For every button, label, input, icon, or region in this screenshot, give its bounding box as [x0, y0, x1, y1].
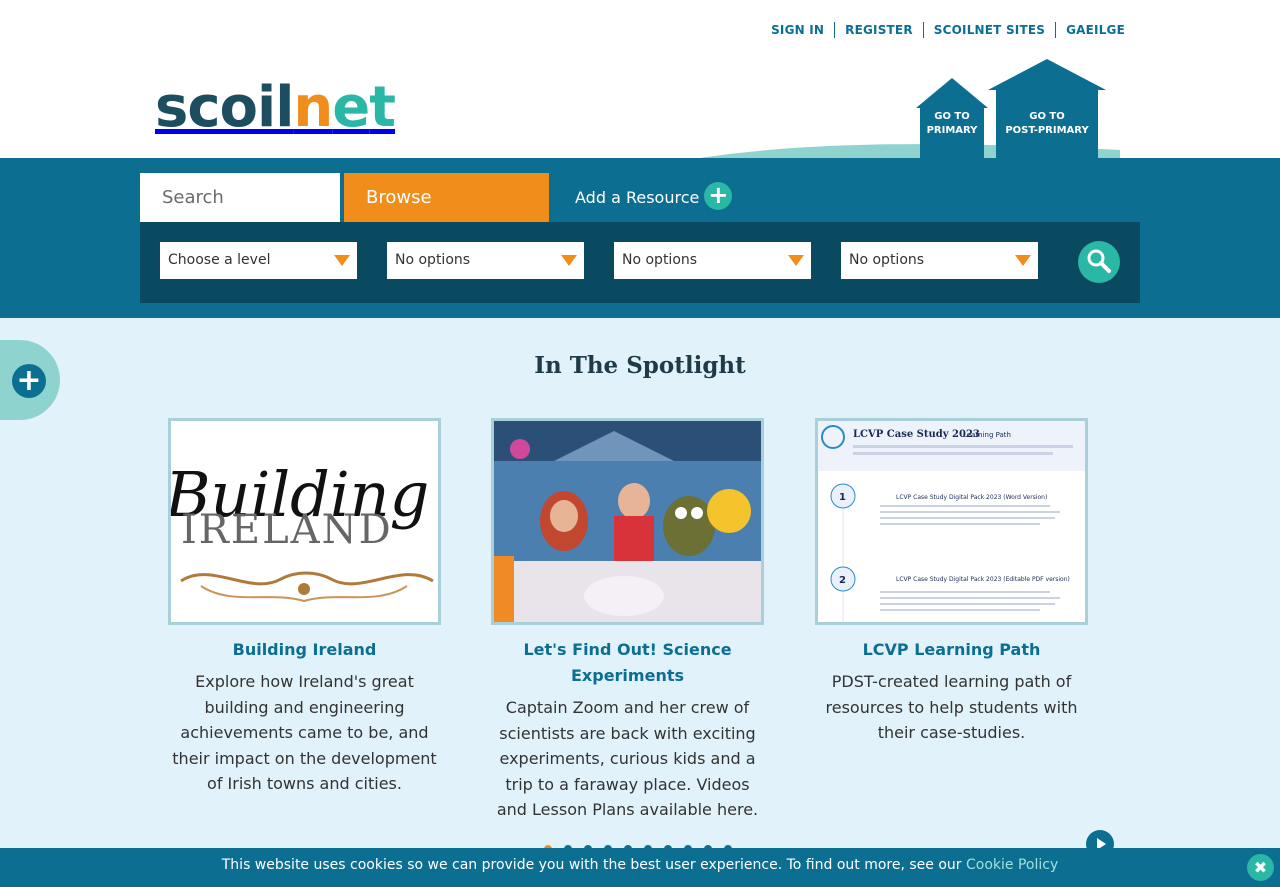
tab-search-resources[interactable]: Search Resources — [140, 173, 340, 257]
subtopic-select[interactable]: No options — [841, 242, 1038, 279]
svg-text:1: 1 — [839, 492, 846, 503]
topic-select[interactable]: No options — [614, 242, 811, 279]
svg-text:Learning Path: Learning Path — [963, 431, 1011, 439]
spotlight-title: In The Spotlight — [534, 352, 746, 379]
dropdown-arrow-icon — [334, 255, 350, 266]
sign-in-link[interactable]: SIGN IN — [761, 22, 834, 38]
card-description: Explore how Ireland's great building and… — [172, 672, 437, 794]
dropdown-arrow-icon — [1015, 255, 1031, 266]
go-to-post-primary-button[interactable]: GO TO POST-PRIMARY — [988, 59, 1106, 158]
svg-text:LCVP Case Study Digital Pack 2: LCVP Case Study Digital Pack 2023 (Edita… — [896, 576, 1070, 583]
spotlight-card: Let's Find Out! Science Experiments Capt… — [491, 418, 764, 823]
cookie-policy-link[interactable]: Cookie Policy — [966, 857, 1058, 873]
spotlight-section: + In The Spotlight Building IRELAND Buil… — [0, 318, 1280, 887]
svg-text:IRELAND: IRELAND — [181, 507, 393, 553]
search-icon — [1087, 249, 1111, 273]
gaeilge-link[interactable]: GAEILGE — [1055, 22, 1125, 38]
tab-browse-resources[interactable]: Browse Resources — [344, 173, 549, 257]
add-resource-label: Add a Resource — [575, 188, 700, 207]
top-nav: SIGN IN REGISTER SCOILNET SITES GAEILGE — [761, 22, 1125, 38]
svg-text:LCVP Case Study 2023: LCVP Case Study 2023 — [853, 429, 980, 440]
register-link[interactable]: REGISTER — [834, 22, 923, 38]
scoilnet-sites-link[interactable]: SCOILNET SITES — [922, 22, 1055, 38]
tab-add-resource[interactable]: Add a Resource + — [549, 173, 754, 222]
spotlight-card: Building IRELAND Building Ireland Explor… — [168, 418, 441, 797]
card-description: PDST-created learning path of resources … — [825, 672, 1078, 743]
building-ireland-thumbnail[interactable]: Building IRELAND — [168, 418, 441, 625]
card-description: Captain Zoom and her crew of scientists … — [496, 698, 759, 820]
resource-tabs: Search Resources Browse Resources Add a … — [140, 173, 754, 257]
card-title-link[interactable]: Let's Find Out! Science Experiments — [491, 637, 764, 689]
dropdown-arrow-icon — [561, 255, 577, 266]
close-icon[interactable]: ✖ — [1247, 854, 1274, 881]
lcvp-learning-path-thumbnail[interactable]: LCVP Case Study 2023 Learning Path 1 LCV… — [815, 418, 1088, 625]
card-title-link[interactable]: Building Ireland — [168, 637, 441, 663]
science-experiments-thumbnail[interactable] — [491, 418, 764, 625]
svg-text:LCVP Case Study Digital Pack 2: LCVP Case Study Digital Pack 2023 (Word … — [896, 494, 1047, 501]
plus-icon: + — [704, 182, 733, 210]
site-header: SIGN IN REGISTER SCOILNET SITES GAEILGE … — [0, 0, 1280, 160]
search-button[interactable] — [1078, 241, 1120, 283]
scoilnet-logo[interactable]: scoilnet — [155, 80, 396, 136]
cookie-text: This website uses cookies so we can prov… — [221, 857, 966, 873]
browse-filter-panel: Choose a level No options No options No … — [140, 222, 1140, 303]
cookie-banner: This website uses cookies so we can prov… — [0, 848, 1280, 887]
svg-text:2: 2 — [839, 575, 846, 586]
go-to-primary-button[interactable]: GO TO PRIMARY — [916, 78, 988, 158]
dropdown-arrow-icon — [788, 255, 804, 266]
level-select[interactable]: Choose a level — [160, 242, 357, 279]
search-band: Search Resources Browse Resources Add a … — [0, 158, 1280, 318]
card-title-link[interactable]: LCVP Learning Path — [815, 637, 1088, 663]
spotlight-card: LCVP Case Study 2023 Learning Path 1 LCV… — [815, 418, 1088, 746]
subject-select[interactable]: No options — [387, 242, 584, 279]
